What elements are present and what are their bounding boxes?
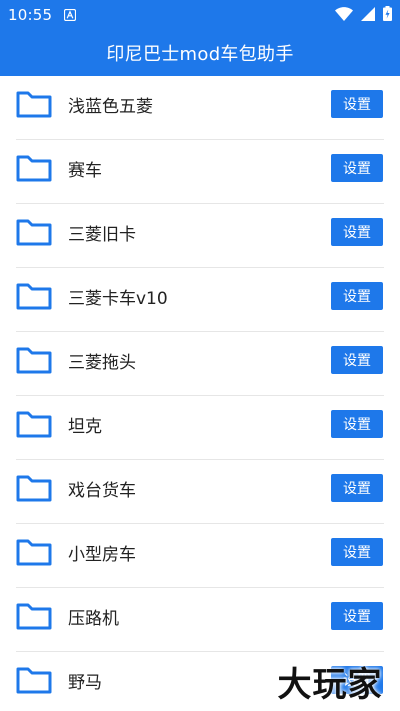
list-item-label: 三菱拖头 [68, 352, 136, 373]
list-item[interactable]: 三菱旧卡 设置 [0, 204, 400, 268]
list-item-label: 赛车 [68, 160, 102, 181]
list-item-label: 浅蓝色五菱 [68, 96, 153, 117]
list-item-label: 戏台货车 [68, 480, 136, 501]
list-item[interactable]: 浅蓝色五菱 设置 [0, 76, 400, 140]
list-item-label: 小型房车 [68, 544, 136, 565]
settings-button[interactable]: 设置 [331, 218, 383, 246]
page-title: 印尼巴士mod车包助手 [106, 44, 294, 65]
wifi-icon [335, 6, 353, 25]
settings-button[interactable]: 设置 [331, 602, 383, 630]
list-item[interactable]: 小型房车 设置 [0, 524, 400, 588]
list-item-label: 野马 [68, 672, 102, 693]
list-item-label: 三菱旧卡 [68, 224, 136, 245]
status-bar: 10:55 [0, 0, 400, 30]
list-item[interactable]: 压路机 设置 [0, 588, 400, 652]
list-item-label: 坦克 [68, 416, 102, 437]
settings-button[interactable]: 设置 [331, 538, 383, 566]
folder-icon [16, 665, 52, 695]
list-item-label: 压路机 [68, 608, 119, 629]
folder-icon [16, 537, 52, 567]
mod-list: 浅蓝色五菱 设置 赛车 设置 三菱旧卡 设置 三菱卡车v10 设置 三菱拖头 设… [0, 76, 400, 711]
folder-icon [16, 409, 52, 439]
signal-icon [361, 6, 375, 25]
settings-button[interactable]: 设置 [331, 282, 383, 310]
settings-button[interactable]: 设置 [331, 474, 383, 502]
folder-icon [16, 217, 52, 247]
watermark: 大玩家 [277, 664, 383, 705]
folder-icon [16, 89, 52, 119]
list-item[interactable]: 三菱卡车v10 设置 [0, 268, 400, 332]
folder-icon [16, 153, 52, 183]
status-time: 10:55 [8, 6, 53, 24]
list-item[interactable]: 戏台货车 设置 [0, 460, 400, 524]
folder-icon [16, 281, 52, 311]
settings-button[interactable]: 设置 [331, 346, 383, 374]
folder-icon [16, 345, 52, 375]
list-item-label: 三菱卡车v10 [68, 288, 168, 309]
settings-button[interactable]: 设置 [331, 154, 383, 182]
folder-icon [16, 473, 52, 503]
list-item[interactable]: 赛车 设置 [0, 140, 400, 204]
battery-icon [383, 5, 392, 25]
notification-a-icon [64, 6, 77, 25]
app-bar: 印尼巴士mod车包助手 [0, 30, 400, 76]
settings-button[interactable]: 设置 [331, 410, 383, 438]
list-item[interactable]: 坦克 设置 [0, 396, 400, 460]
folder-icon [16, 601, 52, 631]
list-item[interactable]: 三菱拖头 设置 [0, 332, 400, 396]
settings-button[interactable]: 设置 [331, 90, 383, 118]
